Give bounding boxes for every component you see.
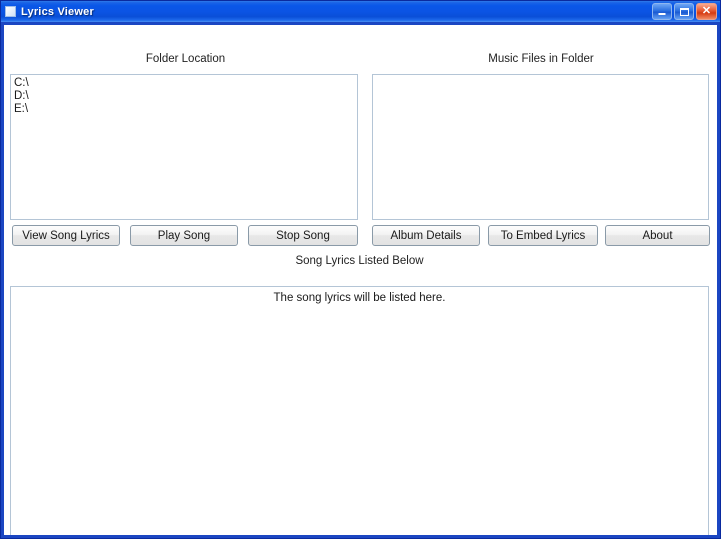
album-details-button[interactable]: Album Details [372,225,480,246]
maximize-button[interactable] [674,3,694,20]
about-button[interactable]: About [605,225,710,246]
app-window-icon [5,6,16,17]
list-item[interactable]: C:\ [14,77,354,90]
close-icon: ✕ [701,5,712,17]
play-song-button[interactable]: Play Song [130,225,238,246]
list-item[interactable]: D:\ [14,90,354,103]
view-song-lyrics-button[interactable]: View Song Lyrics [12,225,120,246]
close-button[interactable]: ✕ [696,3,717,20]
window-title: Lyrics Viewer [21,5,94,18]
caption-button-group: ✕ [652,3,718,20]
maximize-icon [679,7,689,16]
list-item[interactable]: E:\ [14,103,354,116]
to-embed-lyrics-button[interactable]: To Embed Lyrics [488,225,598,246]
lyrics-placeholder-text: The song lyrics will be listed here. [273,292,446,304]
music-files-label: Music Files in Folder [488,53,594,65]
stop-song-button[interactable]: Stop Song [248,225,358,246]
client-area: Folder Location Music Files in Folder So… [4,25,717,535]
minimize-button[interactable] [652,3,672,20]
title-bar[interactable]: Lyrics Viewer ✕ [1,1,720,22]
song-lyrics-textbox[interactable]: The song lyrics will be listed here. [10,286,709,535]
music-files-listbox[interactable] [372,74,709,220]
application-window: Lyrics Viewer ✕ Folder Location Music Fi… [0,0,721,539]
minimize-icon [658,13,666,15]
folder-location-listbox[interactable]: C:\ D:\ E:\ [10,74,358,220]
folder-location-label: Folder Location [145,53,226,65]
song-lyrics-label: Song Lyrics Listed Below [295,255,424,267]
